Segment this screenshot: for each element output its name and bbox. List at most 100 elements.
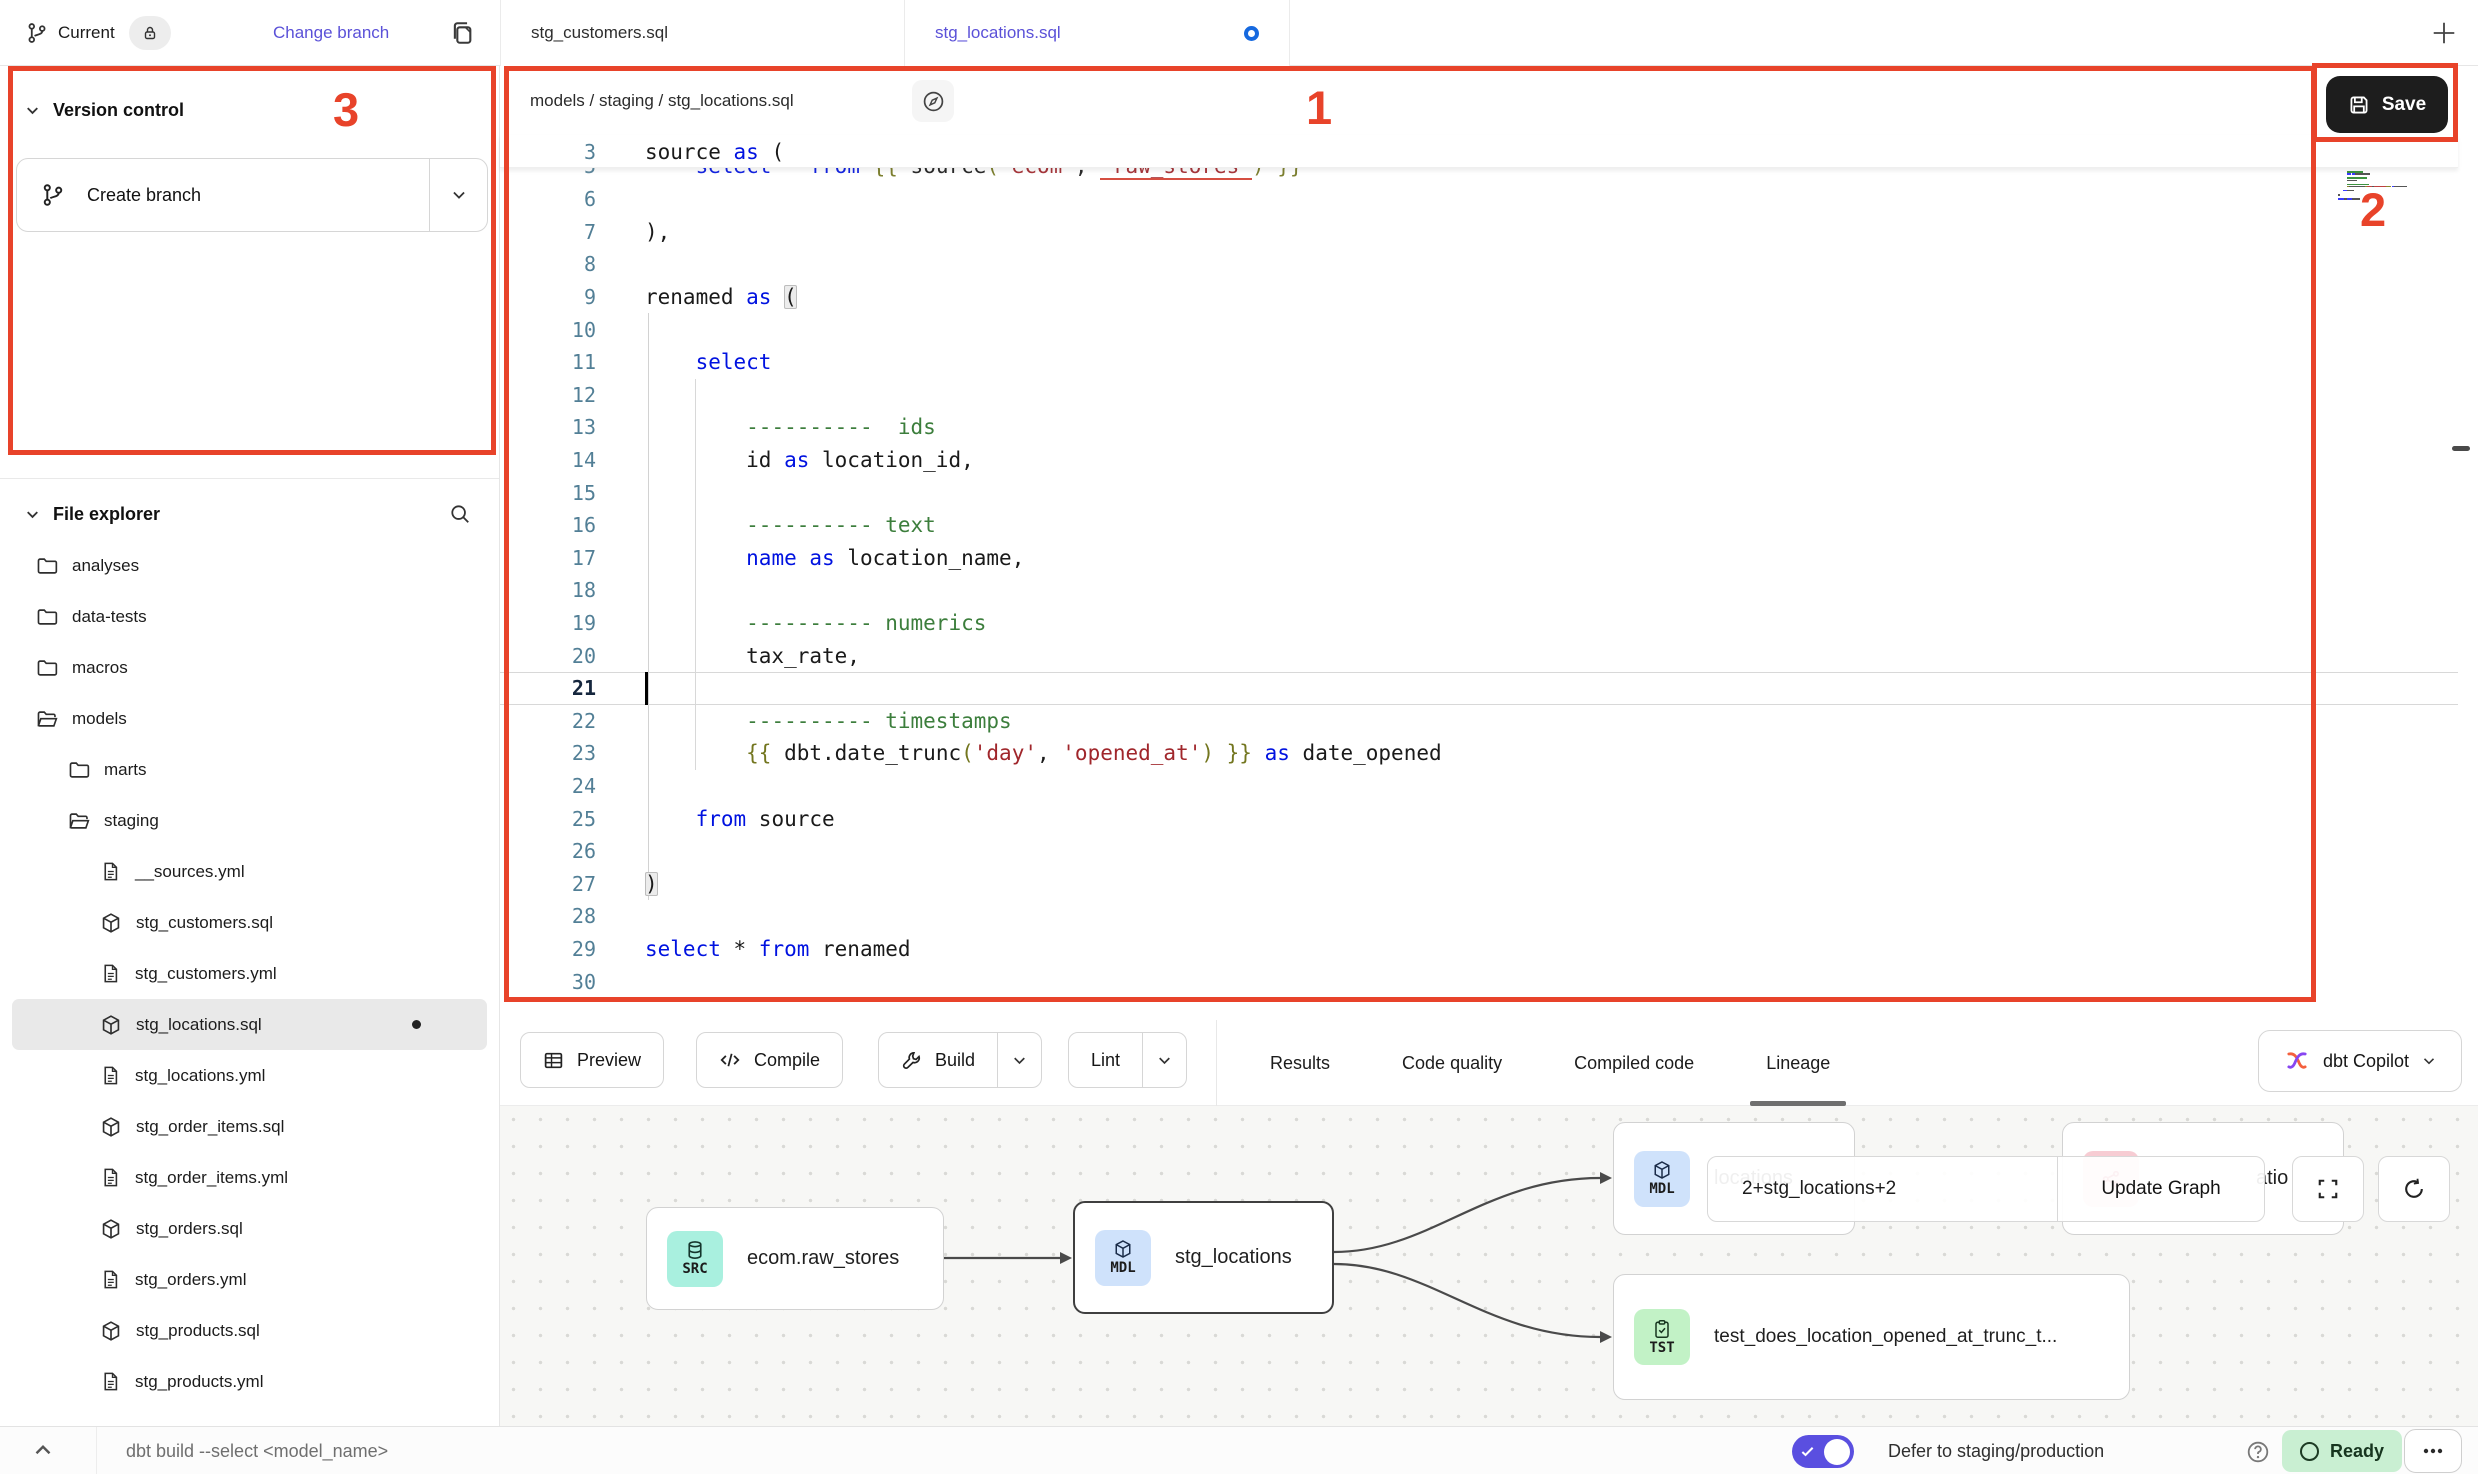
new-tab-button[interactable] [2428,17,2460,49]
lineage-node-stg-locations[interactable]: MDL stg_locations [1073,1201,1334,1314]
version-control-header[interactable]: Version control [0,80,499,140]
table-icon [543,1050,564,1071]
compile-button[interactable]: Compile [696,1032,843,1088]
lineage-selector-input[interactable]: 2+stg_locations+2 [1708,1157,2057,1221]
fullscreen-button[interactable] [2292,1156,2364,1222]
create-branch-dropdown[interactable] [429,159,487,231]
code-line-21[interactable]: 21 [500,672,2458,705]
code-line-3[interactable]: 3source as ( [500,135,2458,168]
code-line-5[interactable]: 5 select * from {{ source('ecom', 'raw_s… [500,168,2458,183]
build-button[interactable]: Build [878,1032,1042,1088]
dbt-copilot-button[interactable]: dbt Copilot [2258,1030,2462,1092]
tree-item-stg-order-items-yml[interactable]: stg_order_items.yml [0,1152,499,1203]
refresh-button[interactable] [2378,1156,2450,1222]
code-line-6[interactable]: 6 [500,183,2458,216]
code-line-9[interactable]: 9renamed as ( [500,281,2458,314]
line-number: 9 [500,285,596,309]
lint-dropdown[interactable] [1142,1033,1186,1087]
tree-item-models[interactable]: models [0,693,499,744]
preview-button[interactable]: Preview [520,1032,664,1088]
code-line-16[interactable]: 16 ---------- text [500,509,2458,542]
update-graph-button[interactable]: Update Graph [2057,1157,2264,1221]
code-line-19[interactable]: 19 ---------- numerics [500,607,2458,640]
tree-item-analyses[interactable]: analyses [0,540,499,591]
tree-item-stg-locations-yml[interactable]: stg_locations.yml [0,1050,499,1101]
code-line-7[interactable]: 7), [500,216,2458,249]
tree-item-label: stg_customers.yml [135,964,277,984]
code-editor[interactable]: 3source as ( 5 select * from {{ source('… [500,135,2458,1020]
code-text: ), [645,220,670,244]
code-line-8[interactable]: 8 [500,248,2458,281]
tree-item-stg-customers-sql[interactable]: stg_customers.sql [0,897,499,948]
tree-item-stg-locations-sql[interactable]: stg_locations.sql [12,999,487,1050]
tree-item-label: models [72,709,127,729]
doc-icon [100,1167,121,1188]
code-line-29[interactable]: 29select * from renamed [500,933,2458,966]
code-line-17[interactable]: 17 name as location_name, [500,542,2458,575]
code-line-26[interactable]: 26 [500,835,2458,868]
copy-icon[interactable] [450,20,476,46]
tree-item-stg-orders-sql[interactable]: stg_orders.sql [0,1203,499,1254]
lint-button[interactable]: Lint [1068,1032,1187,1088]
ready-status-badge[interactable]: Ready [2282,1430,2402,1472]
statusbar-divider [96,1427,97,1474]
tree-item-stg-customers-yml[interactable]: stg_customers.yml [0,948,499,999]
code-line-27[interactable]: 27) [500,867,2458,900]
save-button[interactable]: Save [2326,76,2448,133]
code-line-10[interactable]: 10 [500,313,2458,346]
change-branch-link[interactable]: Change branch [273,0,389,66]
tab-results[interactable]: Results [1262,1020,1338,1106]
resize-handle[interactable] [2452,446,2470,451]
help-icon[interactable] [2246,1440,2270,1464]
code-line-22[interactable]: 22 ---------- timestamps [500,705,2458,738]
lineage-node-source[interactable]: SRC ecom.raw_stores [646,1207,944,1310]
tree-item-marts[interactable]: marts [0,744,499,795]
tab-stg-customers-sql[interactable]: stg_customers.sql [500,0,905,66]
tab-lineage[interactable]: Lineage [1758,1020,1838,1106]
file-explorer-header[interactable]: File explorer [0,484,499,544]
code-line-18[interactable]: 18 [500,574,2458,607]
tab-compiled-code[interactable]: Compiled code [1566,1020,1702,1106]
create-branch-button[interactable]: Create branch [16,158,488,232]
more-options-button[interactable] [2404,1429,2462,1473]
tree-item-stg-products-sql[interactable]: stg_products.sql [0,1305,499,1356]
code-line-28[interactable]: 28 [500,900,2458,933]
tree-item-stg-orders-yml[interactable]: stg_orders.yml [0,1254,499,1305]
code-line-11[interactable]: 11 select [500,346,2458,379]
current-branch-indicator[interactable]: Current [26,0,171,66]
lineage-node-test[interactable]: TST test_does_location_opened_at_trunc_t… [1613,1274,2130,1400]
lineage-canvas[interactable]: SRC ecom.raw_stores MDL stg_locations MD… [500,1106,2478,1426]
breadcrumb: models / staging / stg_locations.sql [530,66,794,135]
tree-item-data-tests[interactable]: data-tests [0,591,499,642]
command-input[interactable]: dbt build --select <model_name> [126,1427,388,1474]
code-line-14[interactable]: 14 id as location_id, [500,444,2458,477]
code-line-12[interactable]: 12 [500,379,2458,412]
build-dropdown[interactable] [997,1033,1041,1087]
tree-item-stg-order-items-sql[interactable]: stg_order_items.sql [0,1101,499,1152]
tree-item-macros[interactable]: macros [0,642,499,693]
code-line-30[interactable]: 30 [500,965,2458,998]
tab-stg-locations-sql[interactable]: stg_locations.sql [905,0,1290,66]
tree-item--sources-yml[interactable]: __sources.yml [0,846,499,897]
line-number: 6 [500,187,596,211]
code-line-15[interactable]: 15 [500,476,2458,509]
code-line-24[interactable]: 24 [500,770,2458,803]
model-icon [100,1014,122,1036]
defer-toggle[interactable] [1792,1435,1854,1468]
tab-code-quality[interactable]: Code quality [1394,1020,1510,1106]
code-line-23[interactable]: 23 {{ dbt.date_trunc('day', 'opened_at')… [500,737,2458,770]
code-line-13[interactable]: 13 ---------- ids [500,411,2458,444]
chevron-up-icon[interactable] [30,1437,58,1465]
clipboard-check-icon [1652,1319,1672,1339]
code-text: select [645,350,771,374]
search-icon[interactable] [449,484,471,544]
tree-item-staging[interactable]: staging [0,795,499,846]
status-circle-icon [2300,1442,2319,1461]
code-text: ) [645,872,658,896]
code-line-20[interactable]: 20 tax_rate, [500,639,2458,672]
code-line-25[interactable]: 25 from source [500,802,2458,835]
sticky-code-line: 3source as ( [500,135,2458,168]
doc-icon [100,861,121,882]
tree-item-stg-products-yml[interactable]: stg_products.yml [0,1356,499,1407]
copilot-explain-icon[interactable] [912,80,954,122]
